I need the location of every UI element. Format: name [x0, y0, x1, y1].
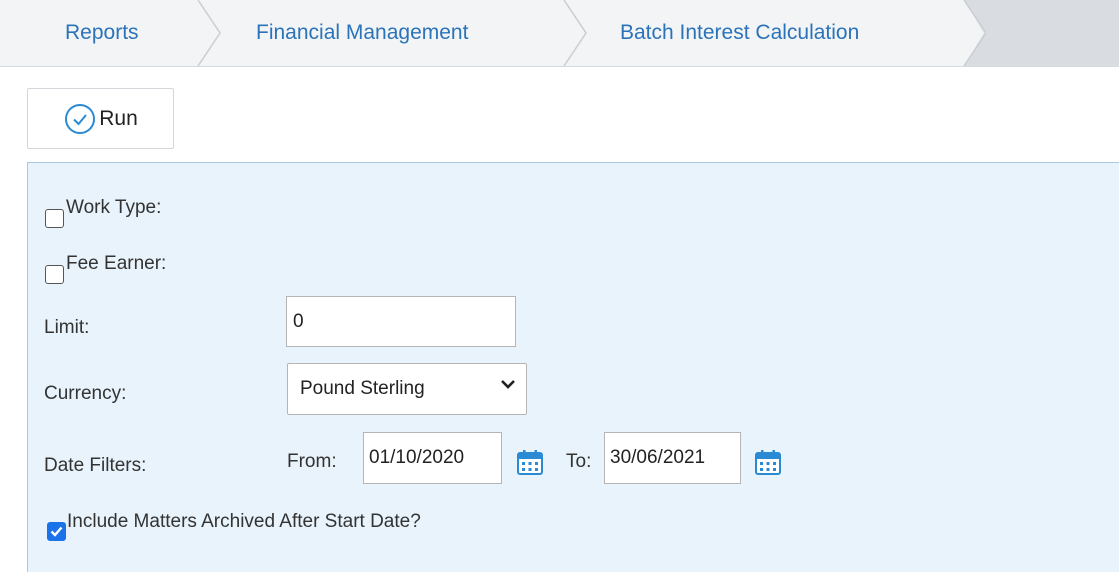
breadcrumb-item-reports[interactable]: Reports — [65, 0, 139, 66]
breadcrumb-separator — [963, 0, 986, 66]
breadcrumb-item-batch-interest-calculation[interactable]: Batch Interest Calculation — [620, 0, 859, 66]
include-archived-label: Include Matters Archived After Start Dat… — [67, 511, 421, 532]
breadcrumb-item-financial-management[interactable]: Financial Management — [256, 0, 468, 66]
to-label: To: — [566, 451, 592, 472]
run-button-label: Run — [99, 106, 138, 130]
to-date-input[interactable] — [604, 432, 741, 484]
from-date-input[interactable] — [363, 432, 502, 484]
calendar-icon[interactable] — [755, 449, 781, 475]
limit-label: Limit: — [44, 317, 90, 338]
calendar-icon[interactable] — [517, 449, 543, 475]
checkmark-icon — [50, 526, 63, 537]
fee-earner-checkbox[interactable] — [45, 265, 64, 284]
date-filters-label: Date Filters: — [44, 455, 147, 476]
from-label: From: — [287, 451, 337, 472]
currency-selected-value: Pound Sterling — [300, 378, 425, 399]
include-archived-checkbox[interactable] — [47, 522, 66, 541]
check-circle-icon — [65, 103, 96, 134]
breadcrumb-tail — [964, 0, 1119, 66]
fee-earner-label: Fee Earner: — [66, 253, 167, 274]
currency-select[interactable]: Pound Sterling — [287, 363, 527, 415]
currency-label: Currency: — [44, 383, 127, 404]
work-type-label: Work Type: — [66, 197, 162, 218]
limit-input[interactable] — [286, 296, 516, 347]
work-type-checkbox[interactable] — [45, 209, 64, 228]
chevron-down-icon — [501, 380, 515, 389]
breadcrumb-separator — [197, 0, 221, 66]
breadcrumb: Reports Financial Management Batch Inter… — [0, 0, 1119, 67]
breadcrumb-separator — [563, 0, 587, 66]
run-button[interactable]: Run — [27, 88, 174, 149]
